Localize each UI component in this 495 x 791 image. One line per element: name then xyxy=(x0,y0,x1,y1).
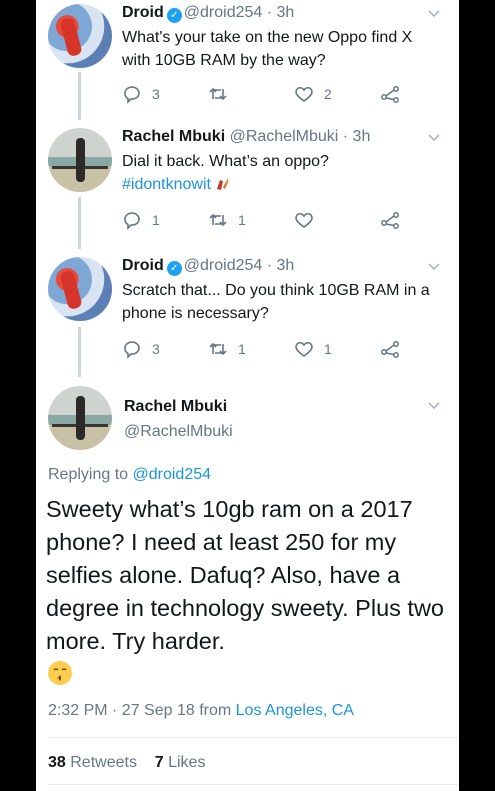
tweet[interactable]: Rachel Mbuki @RachelMbuki · 3h Dial it b… xyxy=(36,128,459,238)
tweet-thread-panel: Droid ✓ @droid254 · 3h What's your take on… xyxy=(36,0,459,791)
like-total: 7 xyxy=(154,754,164,771)
chevron-down-icon[interactable] xyxy=(427,130,441,144)
replying-to-link[interactable]: @droid254 xyxy=(133,466,212,483)
heart-icon xyxy=(295,212,313,228)
chevron-down-icon[interactable] xyxy=(427,259,441,273)
retweet-total: 38 xyxy=(48,754,66,771)
tweet-actions: 3 1 1 xyxy=(122,339,442,361)
retweet-icon xyxy=(209,87,227,101)
retweet-button[interactable] xyxy=(208,84,238,104)
share-button[interactable] xyxy=(380,84,400,104)
chevron-down-icon[interactable] xyxy=(427,398,441,412)
reply-count: 1 xyxy=(152,212,160,228)
author-handle[interactable]: @RachelMbuki xyxy=(230,128,339,145)
retweet-button[interactable]: 1 xyxy=(208,210,246,230)
share-button[interactable] xyxy=(380,210,400,230)
reply-button[interactable]: 1 xyxy=(122,210,160,230)
retweet-count: 1 xyxy=(238,212,246,228)
tweet-time[interactable]: 3h xyxy=(277,257,295,274)
replying-label: Replying to xyxy=(48,466,129,483)
divider xyxy=(48,737,459,738)
like-count: 1 xyxy=(324,341,332,357)
location-link[interactable]: Los Angeles, CA xyxy=(236,702,354,719)
tweet-header: Droid ✓ @droid254 · 3h xyxy=(122,257,295,276)
tweet-actions: 3 2 xyxy=(122,84,442,106)
tweet-stats: 38 Retweets 7 Likes xyxy=(48,754,205,772)
retweet-button[interactable]: 1 xyxy=(208,339,246,359)
retweets-stat[interactable]: 38 Retweets xyxy=(48,754,137,771)
main-tweet-text: Sweety what’s 10gb ram on a 2017 phone? … xyxy=(46,493,451,691)
reply-icon xyxy=(124,212,140,230)
author-handle[interactable]: @droid254 xyxy=(184,4,263,21)
reply-icon xyxy=(124,86,140,104)
tweet-text: Dial it back. What’s an oppo? #idontknow… xyxy=(122,150,442,196)
likes-label: Likes xyxy=(168,754,206,771)
share-icon xyxy=(381,341,399,358)
tweet-text-body: Dial it back. What’s an oppo? xyxy=(122,153,329,170)
heart-icon xyxy=(295,86,313,102)
tweet-header: Rachel Mbuki @RachelMbuki · 3h xyxy=(122,128,371,145)
author-name[interactable]: Droid xyxy=(122,257,164,274)
replying-to: Replying to @droid254 xyxy=(48,466,211,484)
tweet-time[interactable]: 3h xyxy=(277,4,295,21)
main-tweet-body: Sweety what’s 10gb ram on a 2017 phone? … xyxy=(46,496,444,654)
author-handle[interactable]: @RachelMbuki xyxy=(124,423,233,441)
tweet-text: What's your take on the new Oppo find X … xyxy=(122,29,413,69)
tweet-time[interactable]: 3h xyxy=(353,128,371,145)
reply-button[interactable]: 3 xyxy=(122,84,160,104)
tweet-text: Scratch that... Do you think 10GB RAM in… xyxy=(122,282,430,322)
tweet-meta: 2:32 PM · 27 Sep 18 from Los Angeles, CA xyxy=(48,702,354,720)
retweet-count: 1 xyxy=(238,341,246,357)
reply-button[interactable]: 3 xyxy=(122,339,160,359)
nail-polish-emoji-icon xyxy=(216,178,229,190)
author-name[interactable]: Rachel Mbuki xyxy=(122,128,225,145)
reply-count: 3 xyxy=(152,341,160,357)
author-name[interactable]: Droid xyxy=(122,4,164,21)
chevron-down-icon[interactable] xyxy=(427,6,441,20)
retweets-label: Retweets xyxy=(70,754,137,771)
verified-icon: ✓ xyxy=(166,8,182,23)
tweet-actions: 1 1 xyxy=(122,210,442,232)
like-button[interactable] xyxy=(294,210,324,230)
like-count: 2 xyxy=(324,86,332,102)
tweet[interactable]: Droid ✓ @droid254 · 3h Scratch that... Do … xyxy=(36,257,459,367)
heart-icon xyxy=(295,341,313,357)
avatar[interactable] xyxy=(48,128,112,192)
verified-icon: ✓ xyxy=(166,261,182,276)
tweet[interactable]: Droid ✓ @droid254 · 3h What's your take on… xyxy=(36,4,459,114)
avatar[interactable] xyxy=(48,4,112,68)
hashtag-link[interactable]: #idontknowit xyxy=(122,176,211,193)
avatar[interactable] xyxy=(48,386,112,450)
author-handle[interactable]: @droid254 xyxy=(184,257,263,274)
reply-icon xyxy=(124,341,140,359)
share-button[interactable] xyxy=(380,339,400,359)
reply-count: 3 xyxy=(152,86,160,102)
share-icon xyxy=(381,212,399,229)
divider xyxy=(48,784,459,785)
like-button[interactable]: 2 xyxy=(294,84,332,104)
retweet-icon xyxy=(209,213,227,227)
tweet-header: Droid ✓ @droid254 · 3h xyxy=(122,4,295,23)
retweet-icon xyxy=(209,342,227,356)
like-button[interactable]: 1 xyxy=(294,339,332,359)
timestamp[interactable]: 2:32 PM · 27 Sep 18 from xyxy=(48,702,231,719)
author-name[interactable]: Rachel Mbuki xyxy=(124,398,227,416)
share-icon xyxy=(381,86,399,103)
kissing-face-emoji-icon xyxy=(48,661,72,685)
avatar[interactable] xyxy=(48,257,112,321)
likes-stat[interactable]: 7 Likes xyxy=(155,754,206,771)
